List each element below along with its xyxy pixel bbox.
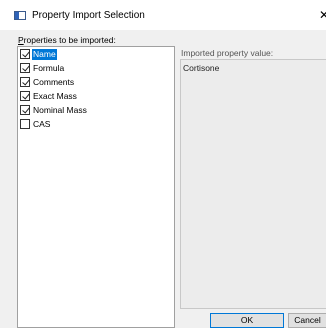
- comments-checkbox[interactable]: [20, 77, 30, 87]
- property-value: Cortisone: [183, 63, 220, 73]
- list-item-label: Name: [32, 49, 57, 60]
- list-item-label: Formula: [33, 63, 65, 73]
- list-item-exact-mass[interactable]: Exact Mass: [19, 90, 173, 104]
- list-item-formula[interactable]: Formula: [19, 62, 173, 76]
- cancel-button[interactable]: Cancel: [288, 313, 326, 328]
- close-icon[interactable]: ✕: [319, 8, 326, 22]
- formula-checkbox[interactable]: [20, 63, 30, 73]
- properties-label: Properties to be imported:: [18, 35, 116, 45]
- window-title: Property Import Selection: [32, 10, 145, 21]
- list-item-nominal-mass[interactable]: Nominal Mass: [19, 104, 173, 118]
- properties-label-text: roperties to be imported:: [23, 35, 116, 45]
- list-item-label: CAS: [33, 119, 51, 129]
- value-label: Imported property value:: [181, 48, 274, 58]
- window-icon: [14, 11, 26, 20]
- list-item-name[interactable]: Name: [19, 48, 173, 62]
- list-item-label: Nominal Mass: [33, 105, 87, 115]
- name-checkbox[interactable]: [20, 49, 30, 59]
- nominal-mass-checkbox[interactable]: [20, 105, 30, 115]
- ok-button[interactable]: OK: [210, 313, 284, 328]
- exact-mass-checkbox[interactable]: [20, 91, 30, 101]
- list-item-comments[interactable]: Comments: [19, 76, 173, 90]
- properties-list[interactable]: Name Formula Comments Exact Mass Nominal…: [17, 46, 175, 328]
- title-bar: Property Import Selection ✕: [0, 0, 326, 30]
- list-item-cas[interactable]: CAS: [19, 118, 173, 132]
- value-display: Cortisone: [180, 59, 326, 309]
- cas-checkbox[interactable]: [20, 119, 30, 129]
- list-item-label: Exact Mass: [33, 91, 77, 101]
- list-item-label: Comments: [33, 77, 75, 87]
